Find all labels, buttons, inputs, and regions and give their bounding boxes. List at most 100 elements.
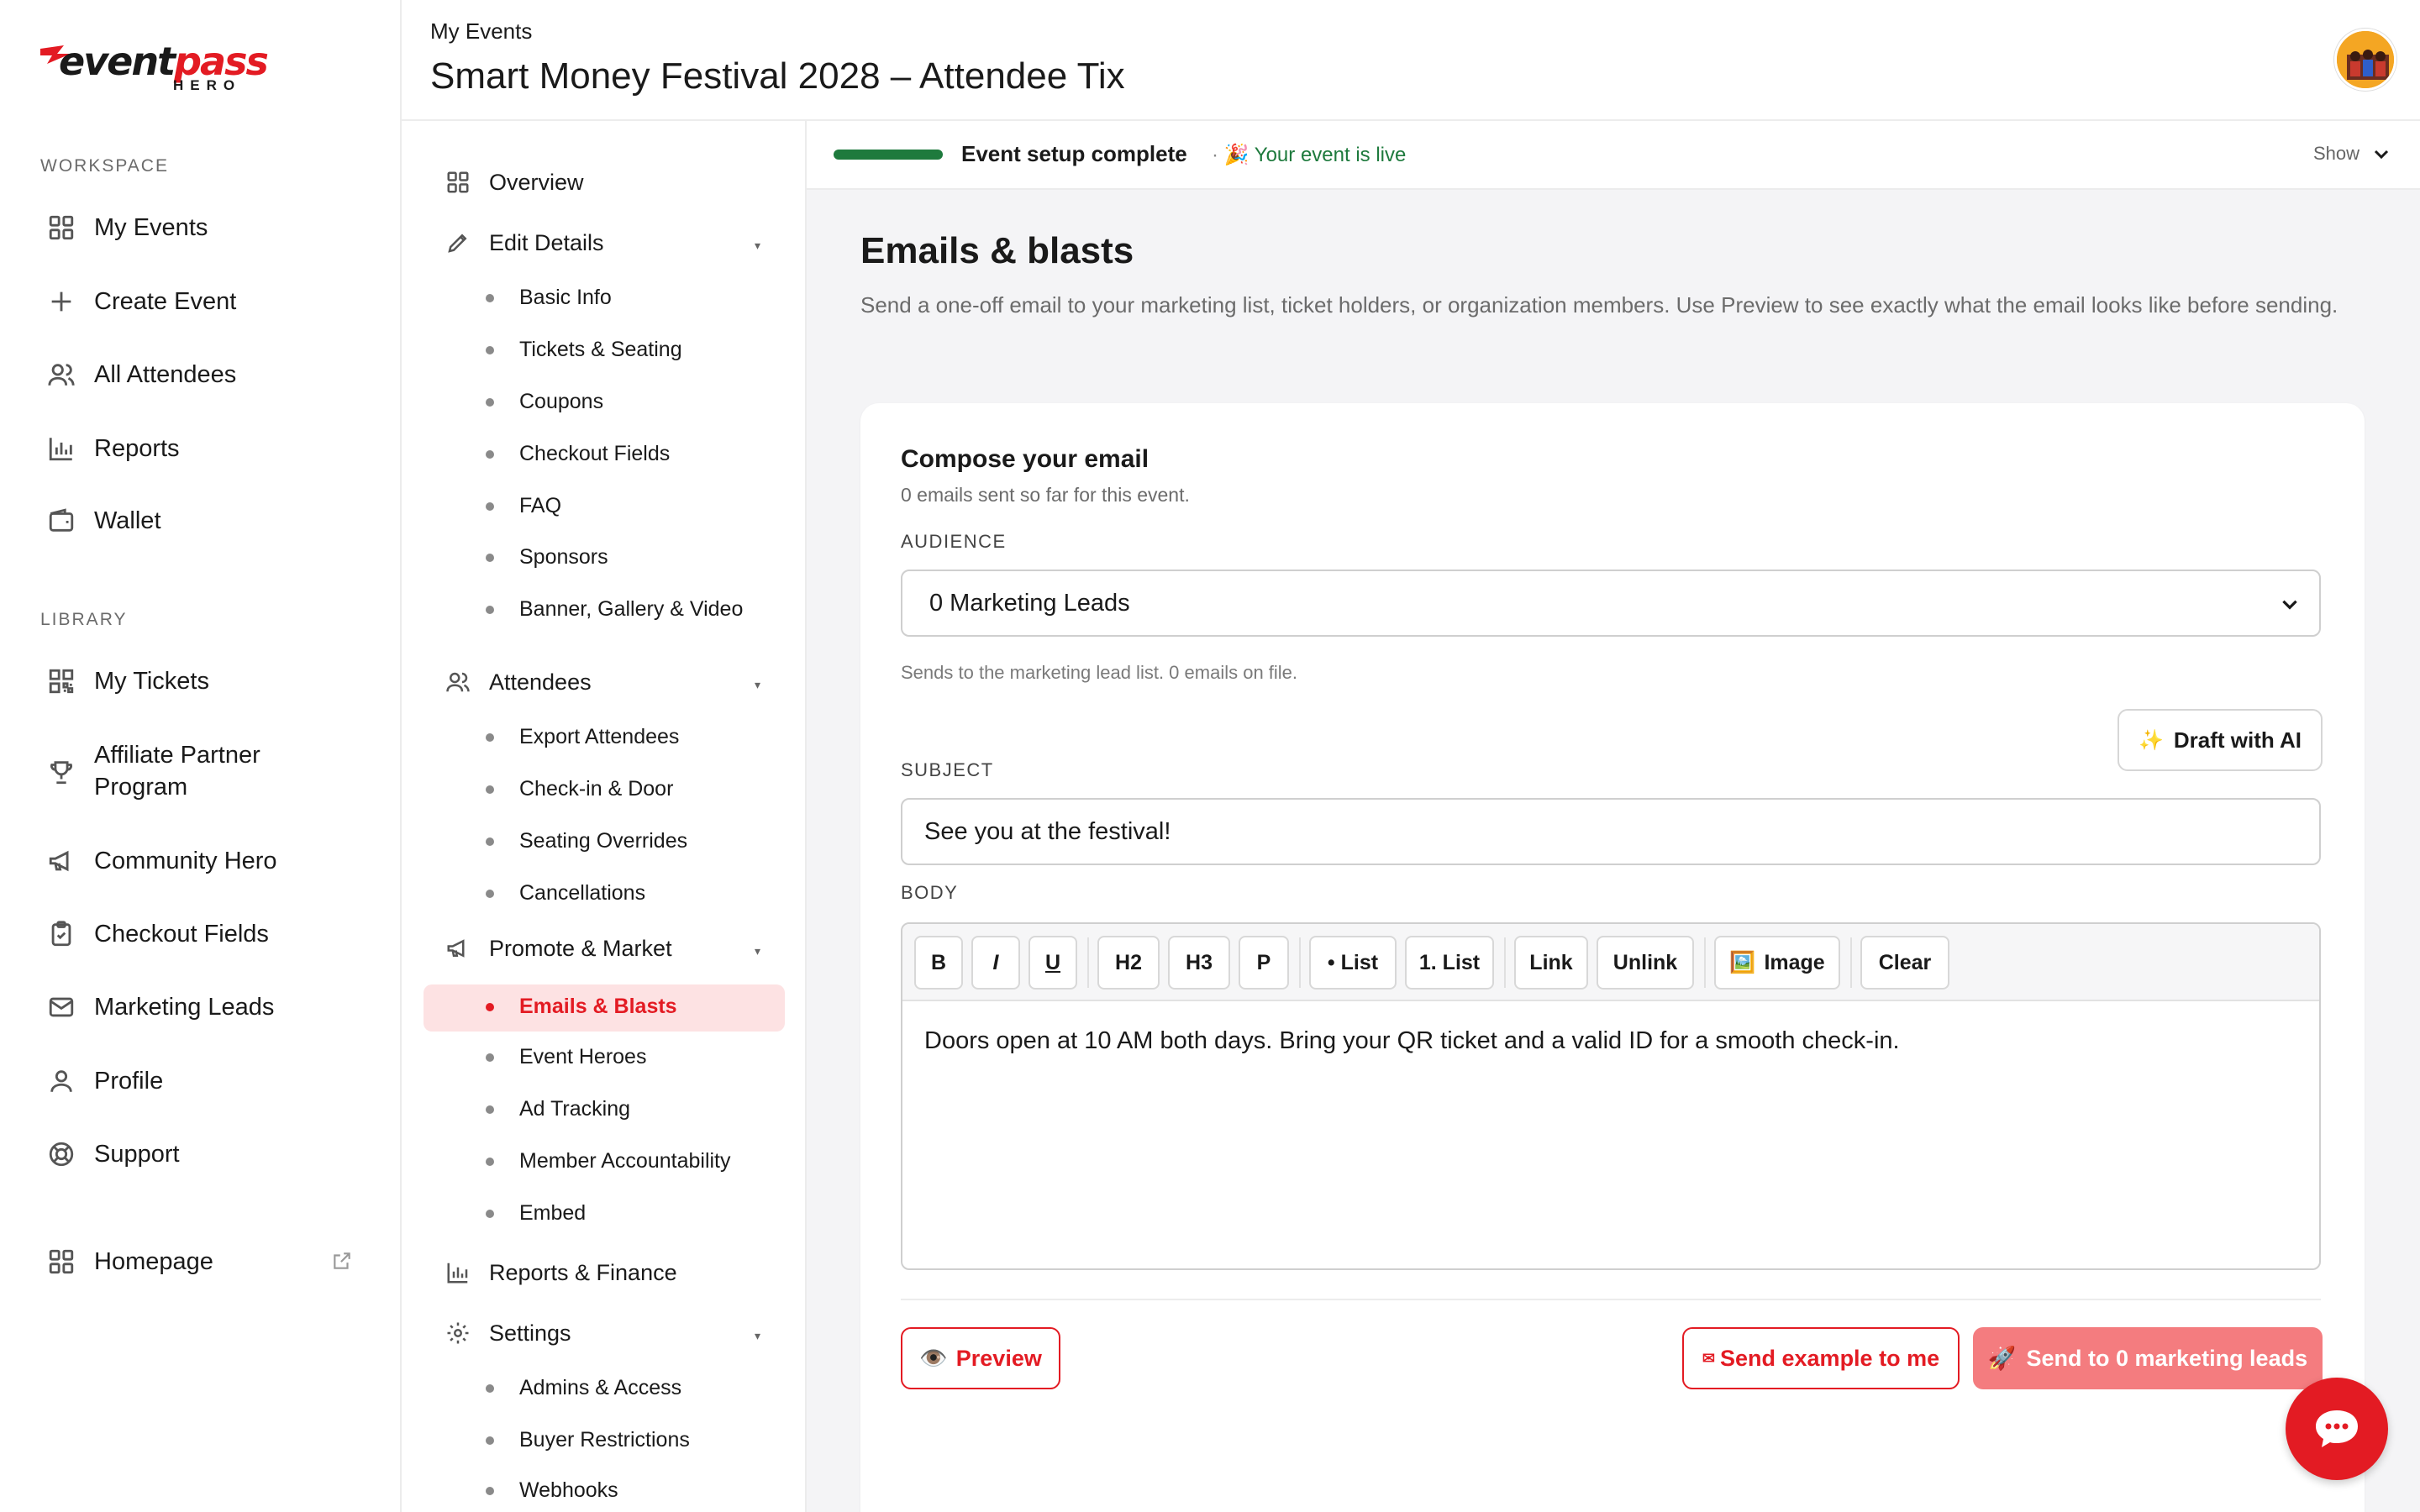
subnav-item-label: Embed: [519, 1201, 587, 1225]
subject-input[interactable]: See you at the festival!: [901, 798, 2321, 865]
sidebar-item-wallet[interactable]: Wallet: [45, 505, 161, 537]
subnav-item[interactable]: Basic Info: [486, 286, 612, 310]
sidebar-item-label: Profile: [94, 1068, 164, 1095]
subnav-item-label: Basic Info: [519, 286, 612, 309]
subnav-item[interactable]: Member Accountability: [486, 1149, 731, 1173]
sidebar-item-label: All Attendees: [94, 361, 237, 388]
sidebar-item-marketing-leads[interactable]: Marketing Leads: [45, 991, 274, 1023]
sidebar-item-my-tickets[interactable]: My Tickets: [45, 665, 209, 697]
subnav-label: Attendees: [489, 669, 592, 695]
italic-button[interactable]: I: [971, 936, 1020, 990]
audience-select[interactable]: 0 Marketing Leads: [901, 570, 2321, 637]
bullet-dot: [486, 837, 494, 846]
main-content: Event setup complete · 🎉 Your event is l…: [807, 121, 2420, 1512]
caret-down-icon[interactable]: ▾: [755, 678, 760, 692]
subnav-item[interactable]: Checkout Fields: [486, 442, 670, 466]
sidebar-item-checkout-fields[interactable]: Checkout Fields: [45, 918, 269, 950]
sidebar-item-homepage[interactable]: Homepage: [45, 1246, 356, 1278]
sidebar-item-reports[interactable]: Reports: [45, 433, 180, 465]
avatar[interactable]: [2334, 29, 2396, 91]
caret-down-icon[interactable]: ▾: [755, 239, 760, 253]
subnav-edit-details[interactable]: Edit Details: [444, 228, 604, 257]
subnav-promote-market[interactable]: Promote & Market: [444, 934, 672, 963]
underline-button[interactable]: U: [1028, 936, 1077, 990]
chat-launcher-button[interactable]: [2286, 1378, 2388, 1480]
sparkles-icon: ✨: [2138, 728, 2164, 752]
breadcrumb[interactable]: My Events: [430, 18, 532, 45]
sidebar-item-community-hero[interactable]: Community Hero: [45, 845, 277, 877]
subnav-item[interactable]: Sponsors: [486, 545, 608, 570]
h3-button[interactable]: H3: [1168, 936, 1230, 990]
sidebar-item-affiliate[interactable]: Affiliate Partner Program: [45, 739, 346, 803]
send-to-leads-button[interactable]: 🚀 Send to 0 marketing leads: [1973, 1327, 2323, 1389]
h2-button[interactable]: H2: [1097, 936, 1160, 990]
external-link-icon[interactable]: [331, 1250, 353, 1272]
subnav-item[interactable]: Seating Overrides: [486, 829, 687, 853]
subnav-item-label: Check-in & Door: [519, 777, 674, 801]
setup-status-text: Event setup complete: [961, 141, 1187, 166]
subnav-item[interactable]: Banner, Gallery & Video: [486, 597, 743, 622]
sidebar-item-support[interactable]: Support: [45, 1138, 180, 1170]
toolbar-divider: [1504, 937, 1506, 988]
grid-icon: [45, 212, 77, 244]
chevron-down-icon: [2374, 150, 2389, 160]
image-button[interactable]: 🖼️ Image: [1714, 936, 1840, 990]
subnav-item[interactable]: Event Heroes: [486, 1045, 646, 1069]
show-toggle[interactable]: Show: [2313, 143, 2391, 165]
subnav-settings[interactable]: Settings: [444, 1319, 571, 1347]
bullet-dot: [486, 1209, 494, 1218]
bullet-dot: [486, 1383, 494, 1393]
email-body-text[interactable]: Doors open at 10 AM both days. Bring you…: [924, 1023, 2286, 1058]
subnav-attendees[interactable]: Attendees: [444, 668, 592, 696]
sidebar-item-profile[interactable]: Profile: [45, 1065, 163, 1097]
subnav-item-label: Webhooks: [519, 1478, 618, 1502]
subnav-item[interactable]: Check-in & Door: [486, 777, 673, 801]
subnav-item[interactable]: Tickets & Seating: [486, 338, 682, 362]
sidebar-item-all-attendees[interactable]: All Attendees: [45, 359, 236, 391]
preview-button[interactable]: 👁️ Preview: [901, 1327, 1060, 1389]
send-example-button[interactable]: ✉ Send example to me: [1682, 1327, 1960, 1389]
sidebar-item-create-event[interactable]: Create Event: [45, 286, 236, 318]
subnav-reports-finance[interactable]: Reports & Finance: [444, 1258, 677, 1287]
sidebar-item-my-events[interactable]: My Events: [45, 212, 208, 244]
eventpass-hero-logo[interactable]: eventpass HERO: [39, 39, 269, 96]
subnav-item-label: FAQ: [519, 494, 562, 517]
paragraph-button[interactable]: P: [1239, 936, 1289, 990]
compose-card: Compose your email 0 emails sent so far …: [860, 403, 2365, 1512]
sidebar-item-label: Community Hero: [94, 848, 277, 874]
subnav-item[interactable]: Cancellations: [486, 881, 645, 906]
subnav-item-emails-blasts[interactable]: Emails & Blasts: [486, 995, 677, 1019]
subnav-overview[interactable]: Overview: [444, 168, 584, 197]
unlink-button[interactable]: Unlink: [1597, 936, 1694, 990]
bullet-dot: [486, 785, 494, 794]
caret-down-icon[interactable]: ▾: [755, 1329, 760, 1343]
compose-subtitle: 0 emails sent so far for this event.: [901, 484, 1190, 506]
subject-label: SUBJECT: [901, 759, 994, 780]
body-editor[interactable]: B I U H2 H3 P • List 1. List Link Unlink…: [901, 922, 2321, 1270]
bullet-dot: [486, 1002, 494, 1011]
link-button[interactable]: Link: [1514, 936, 1588, 990]
subnav-label: Promote & Market: [489, 935, 672, 961]
section-description: Send a one-off email to your marketing l…: [860, 292, 2338, 318]
numbered-list-button[interactable]: 1. List: [1405, 936, 1494, 990]
bullet-dot: [486, 553, 494, 562]
envelope-icon: ✉: [1702, 1349, 1715, 1367]
clear-button[interactable]: Clear: [1860, 936, 1949, 990]
subnav-item[interactable]: FAQ: [486, 494, 561, 518]
bullet-dot: [486, 732, 494, 742]
subnav-item[interactable]: Coupons: [486, 390, 603, 414]
clipboard-icon: [45, 918, 77, 950]
subnav-item[interactable]: Webhooks: [486, 1478, 618, 1503]
subnav-item[interactable]: Buyer Restrictions: [486, 1428, 690, 1452]
pencil-icon: [444, 228, 472, 257]
bullet-dot: [486, 1436, 494, 1445]
draft-with-ai-button[interactable]: ✨ Draft with AI: [2118, 709, 2323, 771]
subnav-item[interactable]: Embed: [486, 1201, 586, 1226]
subnav-item[interactable]: Ad Tracking: [486, 1097, 630, 1121]
subnav-item[interactable]: Export Attendees: [486, 725, 679, 749]
caret-down-icon[interactable]: ▾: [755, 944, 760, 958]
subnav-item[interactable]: Admins & Access: [486, 1376, 681, 1400]
bullet-list-button[interactable]: • List: [1309, 936, 1397, 990]
workspace-section-label: WORKSPACE: [40, 156, 169, 176]
bold-button[interactable]: B: [914, 936, 963, 990]
